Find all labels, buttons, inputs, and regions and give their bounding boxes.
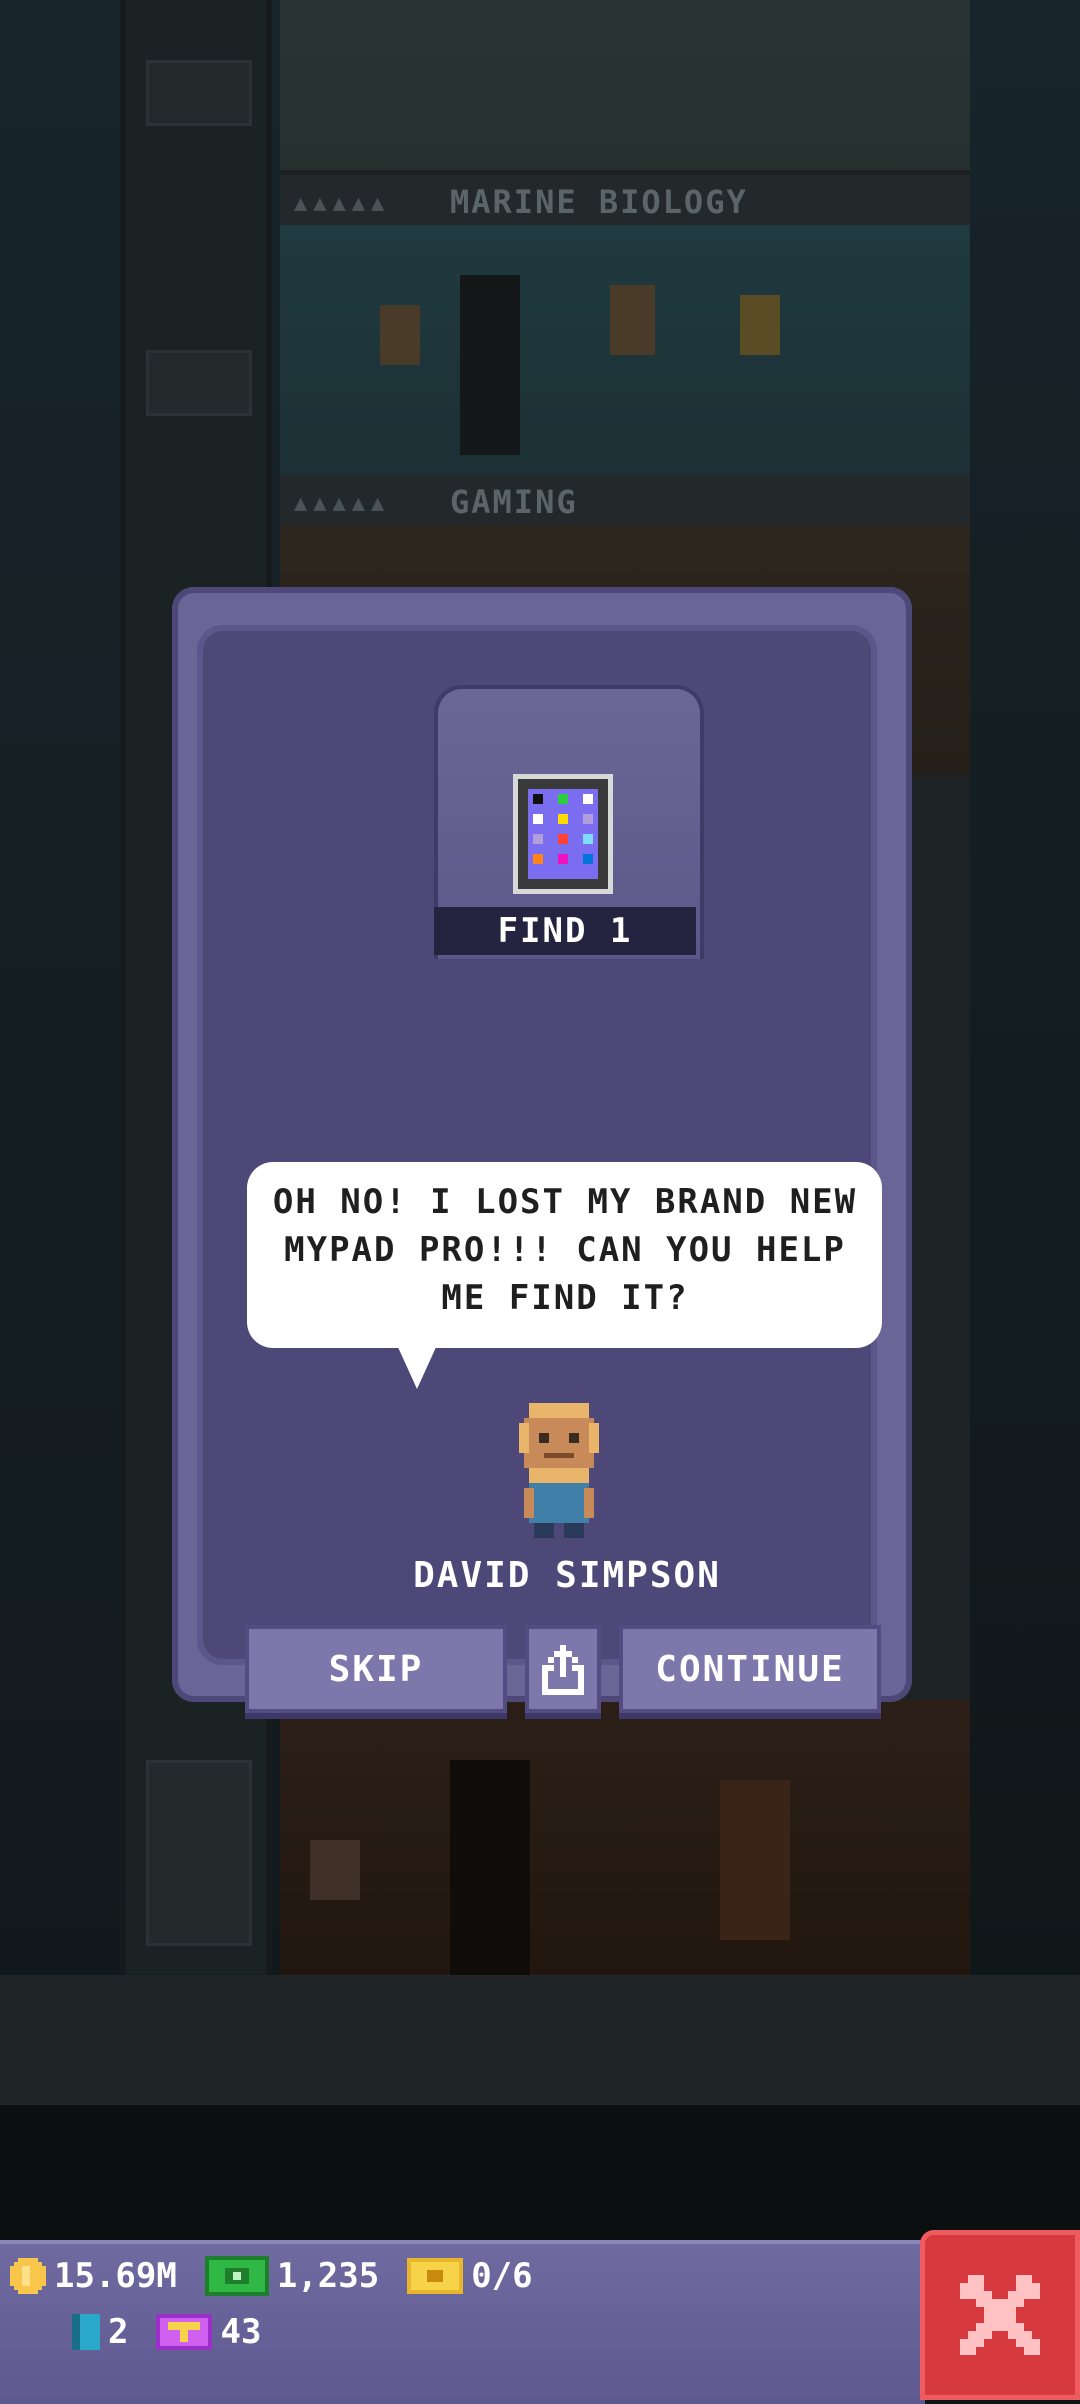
vip-ticket-icon xyxy=(156,2314,213,2350)
speech-text: OH NO! I LOST MY BRAND NEW MYPAD PRO!!! … xyxy=(272,1182,858,1318)
coins-display[interactable]: 15.69M xyxy=(10,2256,177,2296)
character-sprite xyxy=(519,1403,599,1538)
close-button[interactable] xyxy=(920,2230,1080,2400)
mission-dialog: FIND 1 OH NO! I LOST MY BRAND NEW MYPAD … xyxy=(172,587,912,1713)
floor-marine-biology: ▲▲▲▲▲ MARINE BIOLOGY xyxy=(280,175,970,475)
skip-label: SKIP xyxy=(328,1648,424,1690)
ticket-icon xyxy=(407,2258,464,2294)
ground xyxy=(0,1975,1080,2105)
skip-button[interactable]: SKIP xyxy=(245,1625,507,1713)
keys-display[interactable]: 2 xyxy=(72,2312,128,2352)
floor-label: MARINE BIOLOGY xyxy=(450,183,748,221)
vip-value: 43 xyxy=(220,2312,262,2352)
background-right xyxy=(970,0,1080,1980)
bux-display[interactable]: 1,235 xyxy=(204,2256,380,2296)
character-name: DAVID SIMPSON xyxy=(413,1555,721,1596)
resource-hud: 15.69M 1,235 0/6 2 43 xyxy=(0,2240,925,2404)
bux-icon xyxy=(204,2256,269,2296)
tickets-display[interactable]: 0/6 xyxy=(407,2256,533,2296)
coins-value: 15.69M xyxy=(54,2256,177,2296)
speech-bubble-tail xyxy=(397,1345,437,1389)
floor-label: GAMING xyxy=(450,483,578,521)
find-label: FIND 1 xyxy=(497,911,633,951)
share-button[interactable] xyxy=(525,1625,601,1713)
bux-value: 1,235 xyxy=(276,2256,380,2296)
close-icon xyxy=(960,2275,1040,2355)
tickets-value: 0/6 xyxy=(471,2256,533,2296)
continue-label: CONTINUE xyxy=(655,1648,845,1690)
floor-top xyxy=(280,0,970,170)
key-icon xyxy=(72,2314,100,2350)
speech-bubble: OH NO! I LOST MY BRAND NEW MYPAD PRO!!! … xyxy=(247,1162,882,1348)
keys-value: 2 xyxy=(108,2312,129,2352)
lobby-background xyxy=(280,1700,970,1975)
continue-button[interactable]: CONTINUE xyxy=(619,1625,881,1713)
tablet-icon xyxy=(513,774,613,894)
share-icon xyxy=(542,1645,584,1695)
find-bar: FIND 1 xyxy=(434,907,696,955)
vip-display[interactable]: 43 xyxy=(156,2312,261,2352)
dialog-panel: FIND 1 OH NO! I LOST MY BRAND NEW MYPAD … xyxy=(197,625,882,1713)
coin-icon xyxy=(10,2258,46,2294)
street xyxy=(0,2105,1080,2240)
